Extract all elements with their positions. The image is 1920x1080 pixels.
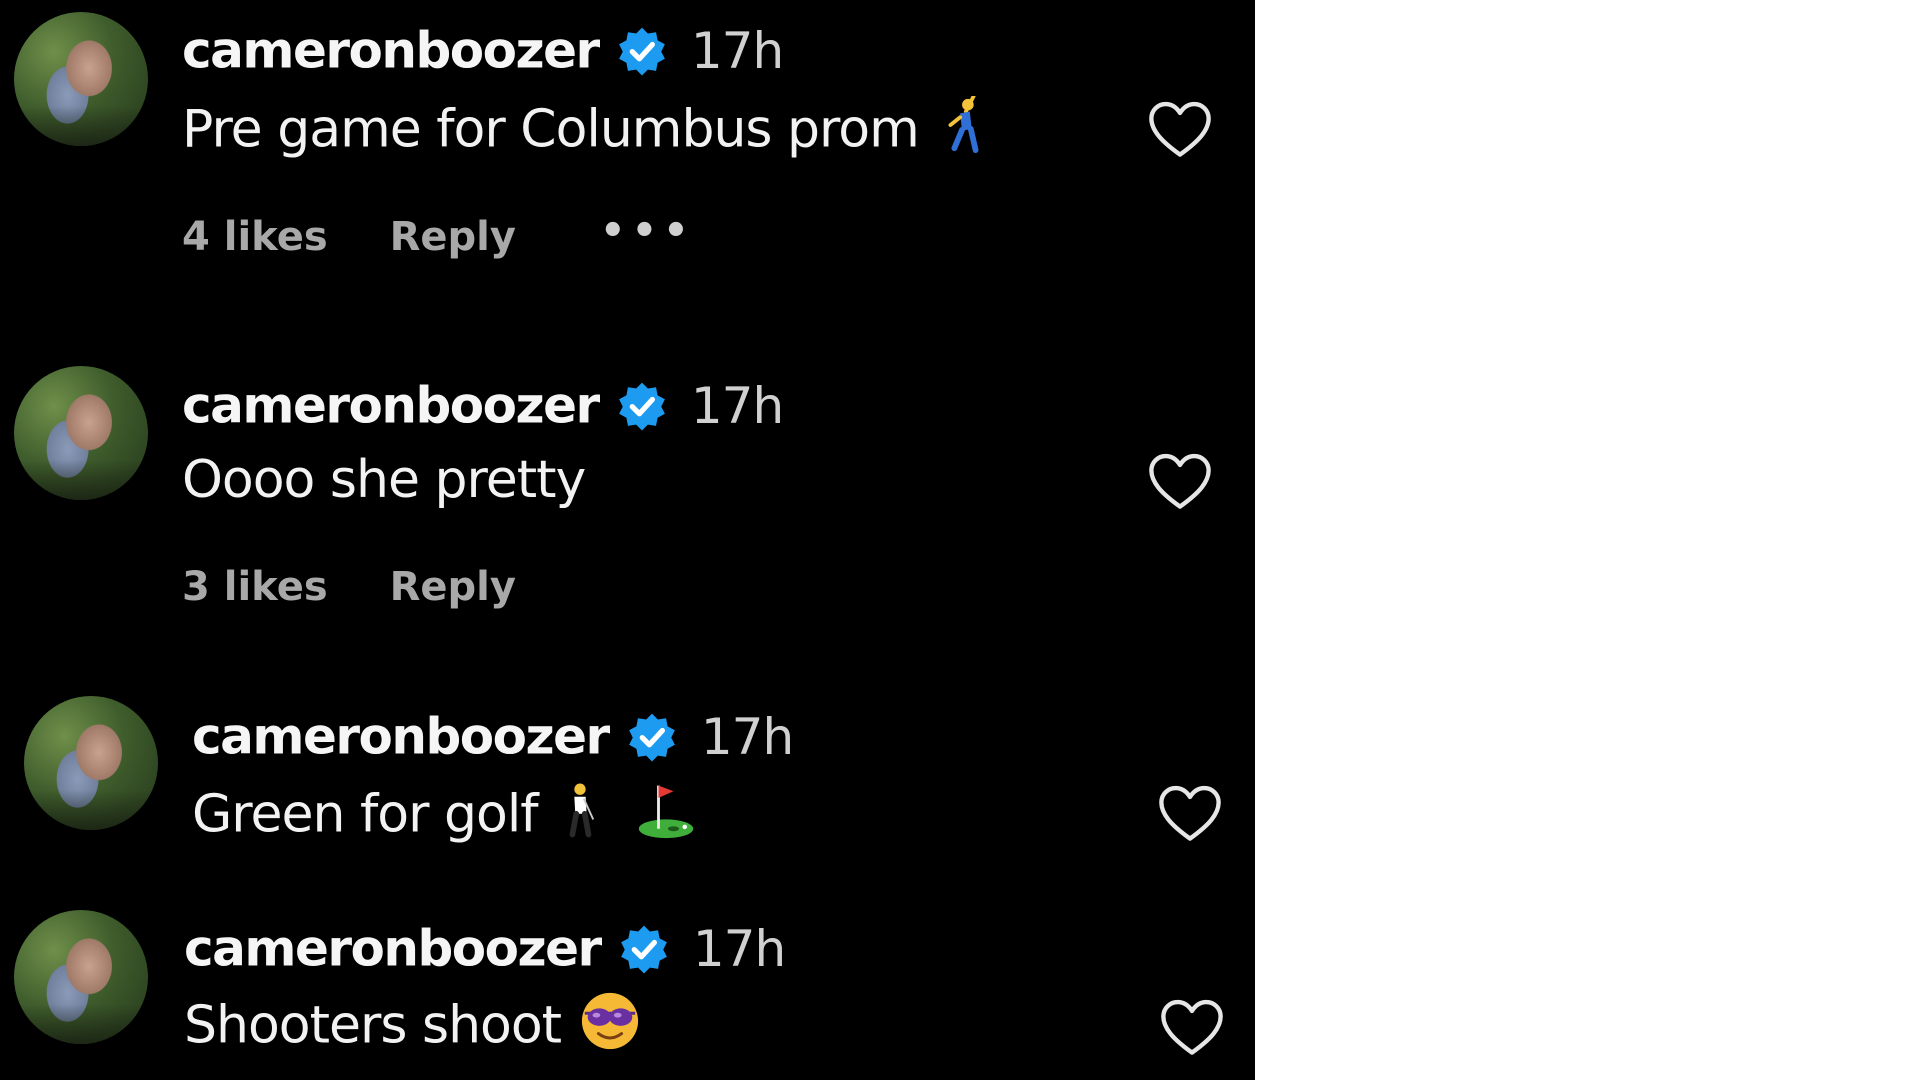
comment-timestamp: 17h	[700, 707, 794, 766]
like-heart-icon[interactable]	[1158, 998, 1226, 1058]
like-heart-icon[interactable]	[1146, 452, 1214, 512]
verified-badge-icon	[616, 25, 668, 77]
sunglasses-face-emoji	[579, 990, 641, 1067]
avatar[interactable]	[14, 366, 148, 500]
comment-text: Oooo she pretty	[182, 450, 586, 510]
avatar[interactable]	[14, 12, 148, 146]
likes-count[interactable]: 4 likes	[182, 214, 328, 260]
dancer-emoji	[944, 94, 984, 169]
avatar[interactable]	[14, 910, 148, 1044]
like-heart-icon[interactable]	[1146, 100, 1214, 160]
verified-badge-icon	[616, 380, 668, 432]
comment-username[interactable]: cameronboozer	[182, 377, 600, 435]
reply-button[interactable]: Reply	[390, 214, 516, 260]
likes-count[interactable]: 3 likes	[182, 564, 328, 610]
verified-badge-icon	[618, 923, 670, 975]
comment-text: Pre game for Columbus prom	[182, 99, 920, 160]
comment-username[interactable]: cameronboozer	[184, 920, 602, 978]
like-heart-icon[interactable]	[1156, 784, 1224, 844]
comment-text: Green for golf	[192, 784, 539, 845]
avatar[interactable]	[24, 696, 158, 830]
blank-area	[1255, 0, 1920, 1080]
golfer-emoji	[563, 781, 597, 854]
comment-timestamp: 17h	[692, 919, 786, 978]
comment-timestamp: 17h	[690, 376, 784, 435]
comment-username[interactable]: cameronboozer	[182, 22, 600, 80]
verified-badge-icon	[626, 711, 678, 763]
comments-panel: cameronboozer 17h Pre game for Columbus …	[0, 0, 1255, 1080]
reply-button[interactable]: Reply	[390, 564, 516, 610]
comment-text: Shooters shoot	[184, 995, 562, 1056]
comment-timestamp: 17h	[690, 21, 784, 80]
comment-username[interactable]: cameronboozer	[192, 708, 610, 766]
more-options-icon[interactable]: •••	[600, 206, 695, 256]
flag-in-hole-emoji	[635, 780, 697, 855]
